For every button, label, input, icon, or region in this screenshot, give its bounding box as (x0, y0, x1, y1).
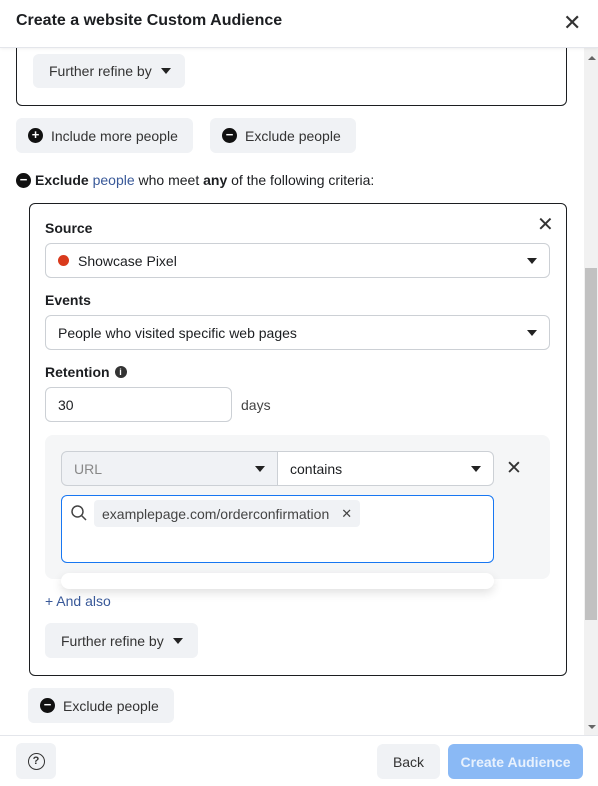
events-label: Events (45, 292, 91, 308)
operator-value: contains (290, 460, 343, 477)
caret-down-icon (160, 68, 171, 74)
further-refine-label: Further refine by (61, 632, 164, 649)
criteria-prefix: Exclude (35, 172, 89, 188)
exclude-label: Exclude people (245, 127, 341, 144)
include-more-label: Include more people (51, 127, 178, 144)
exclude-people-button[interactable]: − Exclude people (28, 688, 174, 723)
scroll-down-icon[interactable] (588, 725, 596, 729)
close-icon[interactable]: ✕ (563, 12, 581, 34)
retention-label: Retention (45, 364, 110, 380)
further-refine-button[interactable]: Further refine by (45, 623, 198, 658)
search-icon (71, 505, 87, 521)
remove-rule-icon[interactable]: ✕ (537, 215, 554, 235)
caret-down-icon (471, 465, 481, 472)
source-select[interactable]: Showcase Pixel (45, 243, 550, 278)
help-icon: ? (27, 752, 45, 770)
further-refine-label: Further refine by (49, 63, 152, 79)
url-field-select[interactable]: URL (61, 451, 278, 486)
exclude-label: Exclude people (63, 697, 159, 714)
source-label: Source (45, 220, 93, 236)
create-audience-button[interactable]: Create Audience (448, 744, 583, 779)
caret-down-icon (527, 257, 537, 264)
create-audience-label: Create Audience (460, 753, 571, 770)
retention-unit: days (241, 397, 271, 413)
remove-url-rule-icon[interactable]: ✕ (506, 459, 522, 478)
caret-down-icon (255, 465, 265, 472)
back-button[interactable]: Back (377, 744, 440, 779)
retention-input[interactable]: 30 (45, 387, 232, 422)
retention-value: 30 (58, 396, 74, 413)
events-select[interactable]: People who visited specific web pages (45, 315, 550, 350)
further-refine-button[interactable]: Further refine by (33, 54, 185, 88)
back-label: Back (392, 753, 425, 770)
url-tag: examplepage.com/orderconfirmation ✕ (94, 500, 361, 527)
remove-tag-icon[interactable]: ✕ (341, 506, 352, 522)
minus-circle-icon: − (40, 698, 55, 713)
events-value: People who visited specific web pages (58, 324, 297, 341)
criteria-mid: who meet (138, 172, 200, 188)
and-also-link[interactable]: + And also (45, 593, 111, 609)
operator-select[interactable]: contains (277, 451, 494, 486)
source-value: Showcase Pixel (78, 252, 177, 269)
criteria-any: any (203, 172, 228, 188)
retention-label-row: Retention i (45, 364, 127, 380)
info-icon[interactable]: i (114, 366, 127, 378)
minus-circle-icon: − (16, 172, 31, 188)
plus-circle-icon: + (28, 128, 43, 143)
minus-circle-icon: − (222, 128, 237, 143)
dialog-title: Create a website Custom Audience (16, 12, 283, 29)
exclude-criteria-heading: − Exclude people who meet any of the fol… (16, 172, 374, 188)
suggestions-dropdown (61, 573, 494, 589)
dialog-header: Create a website Custom Audience ✕ (0, 0, 598, 48)
pixel-status-dot-icon (58, 255, 69, 266)
criteria-suffix: of the following criteria: (231, 172, 375, 188)
caret-down-icon (172, 637, 183, 644)
caret-down-icon (527, 329, 537, 336)
scroll-up-icon[interactable] (588, 56, 596, 60)
scrollbar-thumb[interactable] (585, 268, 597, 620)
exclude-people-button[interactable]: − Exclude people (210, 118, 356, 153)
help-button[interactable]: ? (16, 743, 56, 779)
url-field-value: URL (74, 460, 103, 477)
include-more-people-button[interactable]: + Include more people (16, 118, 193, 153)
url-tag-text: examplepage.com/orderconfirmation (102, 505, 330, 522)
people-link[interactable]: people (93, 172, 135, 188)
url-search-input[interactable]: examplepage.com/orderconfirmation ✕ (61, 495, 494, 563)
